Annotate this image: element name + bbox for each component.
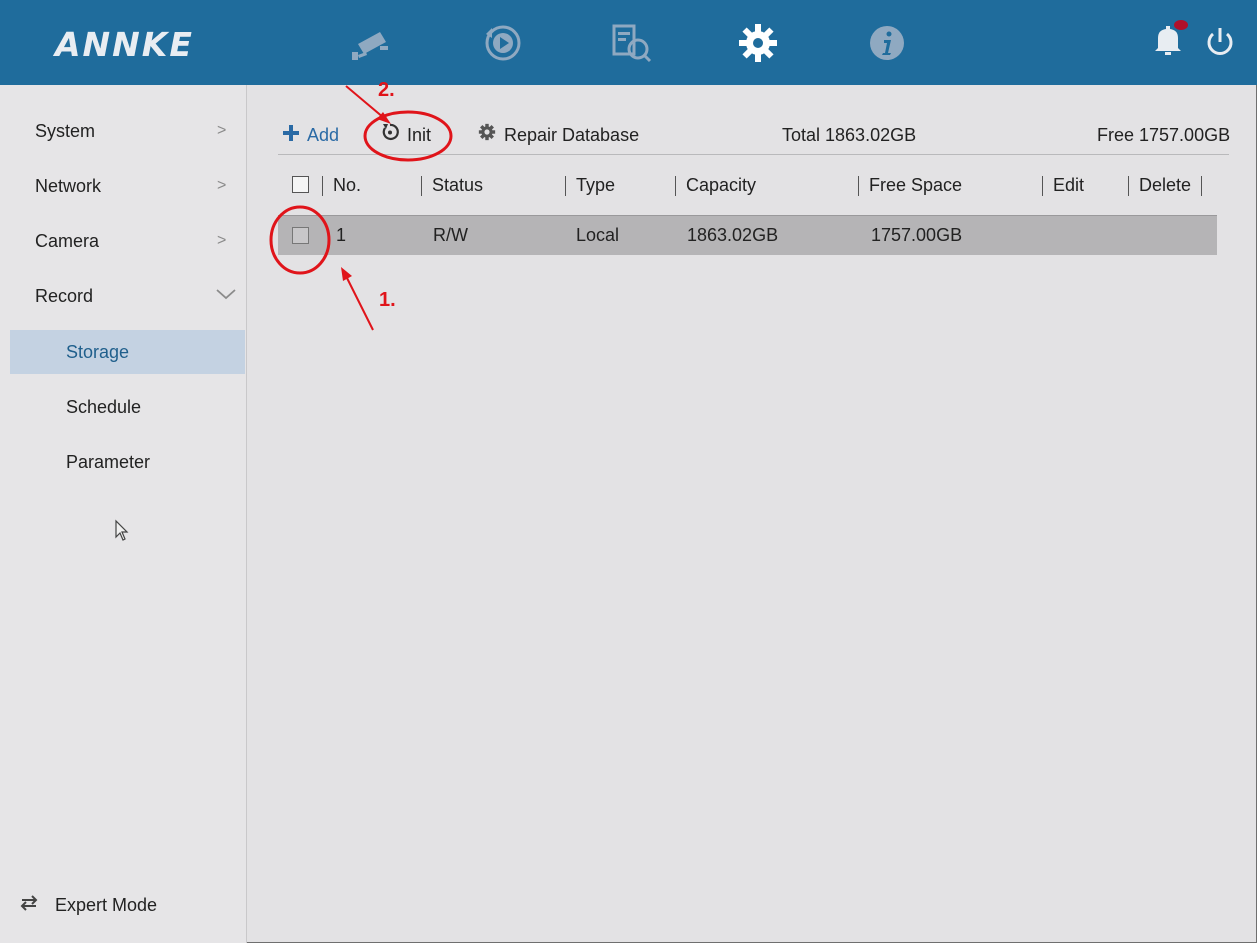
power-icon[interactable] [1200, 22, 1240, 62]
repair-database-button[interactable]: Repair Database [478, 123, 639, 147]
table-row[interactable]: 1 R/W Local 1863.02GB 1757.00GB [278, 215, 1217, 255]
swap-arrows-icon [20, 893, 42, 917]
column-header-status: Status [421, 170, 483, 200]
chevron-right-icon: > [217, 122, 227, 139]
cell-free-space: 1757.00GB [871, 225, 963, 245]
column-header-no: No. [322, 170, 361, 200]
sidebar-subitem-label: Parameter [66, 452, 151, 472]
sidebar-subitem-label: Storage [66, 342, 130, 362]
sidebar-subitem-schedule[interactable]: Schedule [10, 385, 245, 429]
free-capacity-text: Free 1757.00GB [1097, 125, 1231, 145]
cell-status: R/W [433, 225, 468, 245]
select-all-checkbox[interactable] [292, 176, 309, 193]
settings-icon[interactable] [737, 22, 779, 64]
annotation-step-1-label: 1. [379, 289, 396, 311]
sidebar-item-network[interactable]: Network > [0, 164, 246, 208]
column-header-free-space: Free Space [858, 170, 962, 200]
sidebar-item-record[interactable]: Record [0, 274, 246, 318]
expert-mode-toggle[interactable]: Expert Mode [20, 893, 157, 917]
cell-type: Local [576, 225, 620, 245]
expert-mode-label: Expert Mode [55, 895, 158, 915]
cell-no: 1 [336, 225, 347, 245]
sidebar-subitem-parameter[interactable]: Parameter [10, 440, 245, 484]
sidebar-item-label: Record [35, 286, 94, 306]
column-header-edit: Edit [1042, 170, 1084, 200]
sidebar-item-label: Camera [35, 231, 100, 251]
info-icon[interactable] [866, 22, 908, 64]
chevron-right-icon: > [217, 232, 227, 249]
mouse-cursor-icon [114, 519, 130, 543]
camera-icon[interactable] [350, 22, 392, 64]
sidebar-subitem-label: Schedule [66, 397, 142, 417]
search-icon[interactable] [610, 22, 652, 64]
init-label: Init [407, 125, 432, 145]
cell-capacity: 1863.02GB [687, 225, 779, 245]
sidebar-subitem-storage[interactable]: Storage [10, 330, 245, 374]
sidebar-item-camera[interactable]: Camera > [0, 219, 246, 263]
table-header: No. Status Type Capacity Free Space Edit… [278, 170, 1218, 200]
init-button[interactable]: Init [381, 123, 431, 147]
notification-bell-icon[interactable] [1148, 20, 1188, 60]
chevron-right-icon: > [217, 177, 227, 194]
sidebar-item-label: Network [35, 176, 102, 196]
refresh-icon [381, 123, 399, 147]
sidebar-item-label: System [35, 121, 96, 141]
sidebar-item-system[interactable]: System > [0, 109, 246, 153]
total-capacity-text: Total 1863.02GB [782, 125, 917, 145]
top-navigation-bar: ANNKE [0, 0, 1257, 85]
gear-icon [478, 123, 496, 147]
playback-icon[interactable] [482, 22, 524, 64]
plus-icon [283, 123, 299, 147]
column-header-capacity: Capacity [675, 170, 756, 200]
add-label: Add [307, 125, 340, 145]
repair-database-label: Repair Database [504, 125, 640, 145]
column-header-delete: Delete [1128, 170, 1203, 200]
annke-logo: ANNKE [55, 25, 194, 64]
chevron-down-icon [215, 274, 237, 318]
row-select-checkbox[interactable] [292, 227, 309, 244]
add-button[interactable]: Add [283, 123, 339, 147]
toolbar-divider [278, 154, 1229, 155]
annotation-step-2-label: 2. [378, 79, 395, 101]
column-header-type: Type [565, 170, 615, 200]
sidebar: System > Network > Camera > Record Stora… [0, 85, 247, 943]
